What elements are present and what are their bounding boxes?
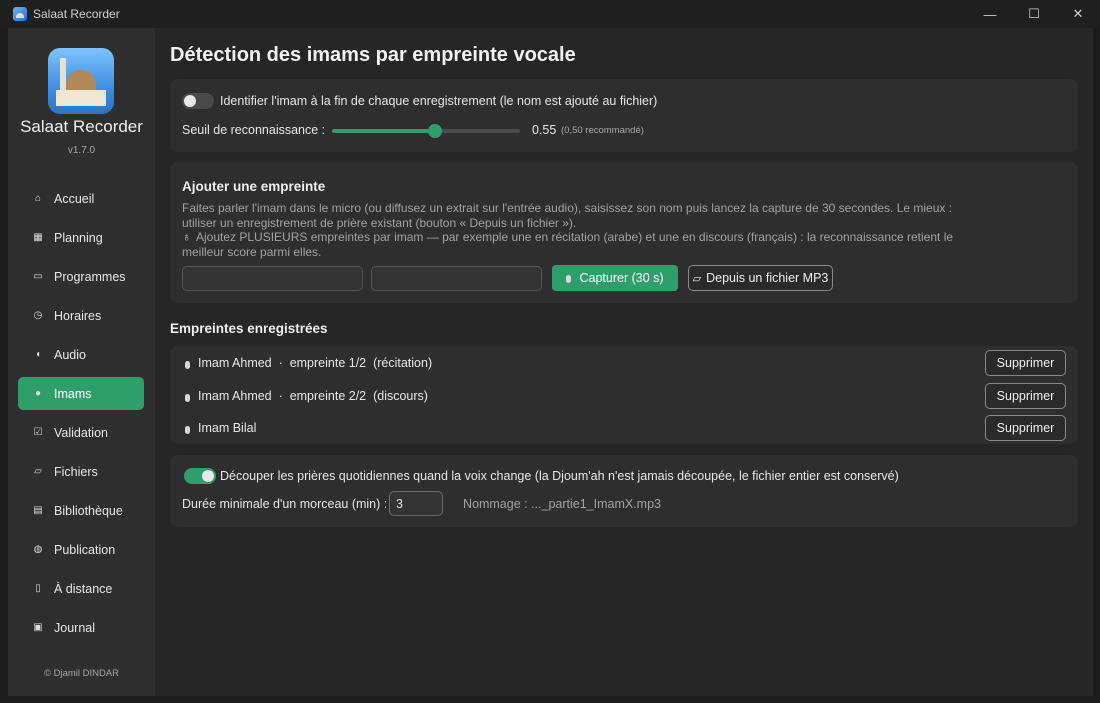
threshold-value: 0.55 xyxy=(532,123,557,137)
print-label-input[interactable] xyxy=(371,266,542,291)
app-logo xyxy=(48,48,114,114)
close-icon[interactable]: ✕ xyxy=(1056,0,1100,28)
sidebar-item-label: Publication xyxy=(54,542,116,557)
sidebar-item-planning[interactable]: ▦ Planning xyxy=(18,221,144,254)
clock-icon: ◷ xyxy=(33,310,43,321)
sidebar-item-audio[interactable]: ◖ Audio xyxy=(18,338,144,371)
window-title: Salaat Recorder xyxy=(33,7,120,21)
sidebar-item-imams[interactable]: ● Imams xyxy=(18,377,144,410)
sidebar-item-label: Planning xyxy=(54,230,103,245)
split-toggle[interactable] xyxy=(184,468,216,484)
sidebar-item-fichiers[interactable]: ▱ Fichiers xyxy=(18,455,144,488)
sidebar-nav: ⌂ Accueil ▦ Planning ▭ Programmes ◷ Horaires ◖ Au… xyxy=(18,182,144,650)
naming-hint: Nommage : ..._partie1_ImamX.mp3 xyxy=(463,497,661,511)
sidebar-item-horaires[interactable]: ◷ Horaires xyxy=(18,299,144,332)
sidebar-item-label: Audio xyxy=(54,347,86,362)
threshold-hint: (0,50 recommandé) xyxy=(561,125,644,136)
sidebar-item-accueil[interactable]: ⌂ Accueil xyxy=(18,182,144,215)
min-duration-input[interactable] xyxy=(389,491,443,516)
app-icon xyxy=(13,7,27,21)
sidebar-item--distance[interactable]: ▯ À distance xyxy=(18,572,144,605)
maximize-icon[interactable]: ☐ xyxy=(1012,0,1056,28)
delete-button[interactable]: Supprimer xyxy=(985,415,1066,441)
split-label: Découper les prières quotidiennes quand … xyxy=(220,469,899,483)
split-card: Découper les prières quotidiennes quand … xyxy=(170,455,1078,527)
main-content: Détection des imams par empreinte vocale… xyxy=(170,28,1080,696)
window-controls: — ☐ ✕ xyxy=(968,0,1100,28)
microphone-icon: ● xyxy=(34,388,42,399)
sidebar-item-label: Validation xyxy=(54,425,108,440)
threshold-slider[interactable] xyxy=(332,124,520,138)
microphone-icon xyxy=(185,393,190,402)
sidebar-item-label: Horaires xyxy=(54,308,102,323)
checkbox-icon: ☑ xyxy=(33,427,43,438)
min-duration-label: Durée minimale d'un morceau (min) : xyxy=(182,497,388,511)
list-item: Imam Bilal Supprimer xyxy=(170,413,1078,445)
lightbulb-icon: ♁ xyxy=(182,230,191,244)
print-label: Imam Ahmed · empreinte 2/2 (discours) xyxy=(198,388,428,403)
sidebar-item-biblioth-que[interactable]: ▤ Bibliothèque xyxy=(18,494,144,527)
sidebar-item-label: À distance xyxy=(54,581,113,596)
microphone-icon xyxy=(185,361,190,369)
list-item: Imam Ahmed · empreinte 1/2 (récitation) S… xyxy=(170,348,1078,380)
imam-name-input[interactable] xyxy=(182,266,363,291)
books-icon: ▤ xyxy=(33,505,43,516)
delete-button[interactable]: Supprimer xyxy=(985,382,1066,409)
identify-card: Identifier l'imam à la fin de chaque enr… xyxy=(170,79,1078,152)
capture-button-label: Capturer (30 s) xyxy=(579,271,664,285)
add-print-tip: ♁ Ajoutez PLUSIEURS empreintes par imam —… xyxy=(182,230,972,259)
app-window: Salaat Recorder v1.7.0 ⌂ Accueil ▦ Planning… xyxy=(8,28,1093,696)
sidebar-item-label: Bibliothèque xyxy=(54,503,123,518)
print-label: Imam Bilal xyxy=(198,421,257,435)
sidebar-item-label: Fichiers xyxy=(54,464,98,479)
list-item: Imam Ahmed · empreinte 2/2 (discours) Sup… xyxy=(170,381,1078,413)
add-print-card: Ajouter une empreinte Faites parler l'im… xyxy=(170,162,1078,303)
minimize-icon[interactable]: — xyxy=(968,0,1012,28)
delete-button[interactable]: Supprimer xyxy=(985,350,1066,376)
sidebar-item-label: Journal xyxy=(54,620,95,635)
capture-button[interactable]: Capturer (30 s) xyxy=(552,265,678,291)
sidebar-item-label: Programmes xyxy=(54,269,126,284)
sidebar-item-label: Imams xyxy=(54,386,92,401)
copyright: © Djamil DINDAR xyxy=(43,668,120,679)
add-print-heading: Ajouter une empreinte xyxy=(182,179,326,194)
print-label: Imam Ahmed · empreinte 1/2 (récitation) xyxy=(198,356,433,370)
registered-list: Imam Ahmed · empreinte 1/2 (récitation) S… xyxy=(170,346,1078,444)
phone-icon: ▯ xyxy=(35,583,41,594)
identify-label: Identifier l'imam à la fin de chaque enr… xyxy=(220,94,658,108)
sidebar-item-programmes[interactable]: ▭ Programmes xyxy=(18,260,144,293)
microphone-icon xyxy=(185,426,190,434)
from-file-button-label: Depuis un fichier MP3 xyxy=(706,271,829,285)
sidebar-item-journal[interactable]: ▣ Journal xyxy=(18,611,144,644)
app-version: v1.7.0 xyxy=(67,145,96,156)
microphone-icon xyxy=(566,275,572,283)
clipboard-icon: ▣ xyxy=(33,622,43,633)
globe-icon: ◍ xyxy=(33,544,43,555)
folder-icon: ▱ xyxy=(692,272,702,285)
home-icon: ⌂ xyxy=(34,193,42,204)
speaker-icon: ◖ xyxy=(34,349,42,360)
from-file-button[interactable]: ▱ Depuis un fichier MP3 xyxy=(688,265,833,291)
threshold-slider-thumb[interactable] xyxy=(428,124,443,138)
page-title: Détection des imams par empreinte vocale xyxy=(170,44,576,66)
sidebar-item-label: Accueil xyxy=(54,191,95,206)
threshold-label: Seuil de reconnaissance : xyxy=(182,123,326,137)
identify-toggle[interactable] xyxy=(182,93,214,109)
sidebar-item-validation[interactable]: ☑ Validation xyxy=(18,416,144,449)
radio-icon: ▭ xyxy=(33,271,43,282)
folder-icon: ▱ xyxy=(34,466,42,477)
registered-heading: Empreintes enregistrées xyxy=(170,321,328,336)
app-name: Salaat Recorder xyxy=(20,117,143,136)
add-print-description: Faites parler l'imam dans le micro (ou d… xyxy=(182,201,953,230)
calendar-icon: ▦ xyxy=(33,232,43,243)
sidebar: Salaat Recorder v1.7.0 ⌂ Accueil ▦ Planning… xyxy=(8,28,155,696)
add-print-tip-text: Ajoutez PLUSIEURS empreintes par imam — … xyxy=(182,230,954,259)
mosque-base-shape xyxy=(56,90,106,106)
title-bar: Salaat Recorder — ☐ ✕ xyxy=(0,0,1100,28)
dome-shape xyxy=(66,70,96,92)
sidebar-item-publication[interactable]: ◍ Publication xyxy=(18,533,144,566)
